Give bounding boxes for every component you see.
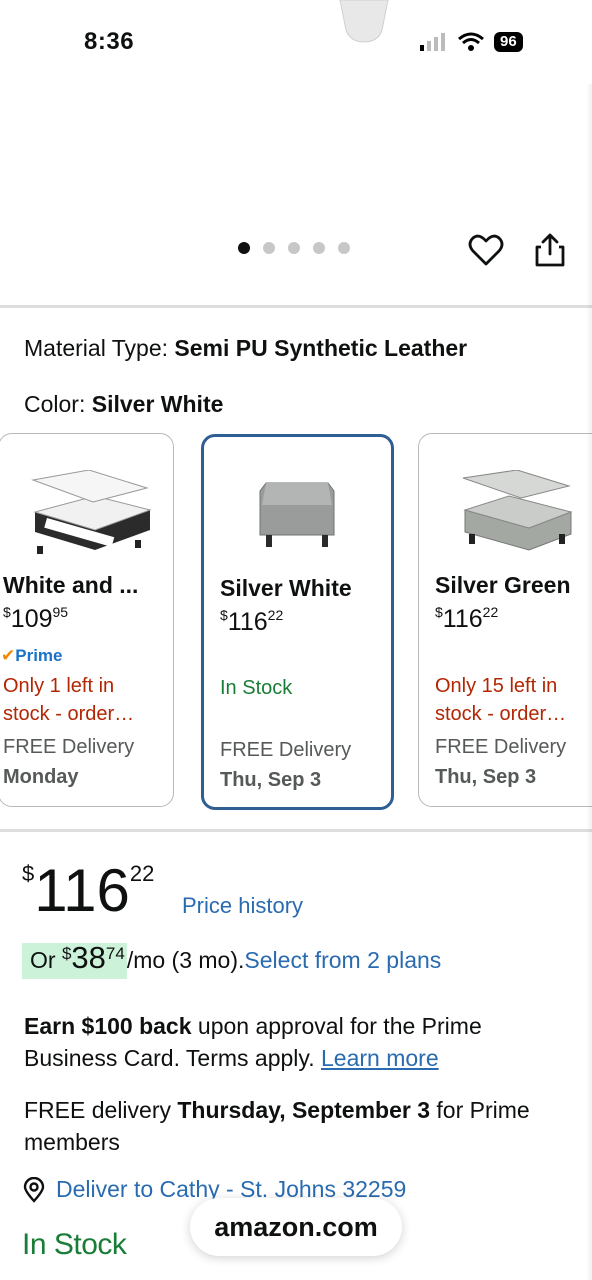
gallery-pagination[interactable]	[238, 242, 350, 254]
select-plans-link[interactable]: Select from 2 plans	[244, 947, 441, 973]
price-history-link[interactable]: Price history	[182, 893, 303, 919]
color-label: Color:	[24, 391, 86, 417]
status-bar: 8:36 96	[0, 0, 592, 84]
color-value: Silver White	[91, 391, 224, 417]
swatch-price: $10995	[3, 604, 69, 633]
delivery-info: FREE delivery Thursday, September 3 for …	[24, 1097, 530, 1155]
material-value: Semi PU Synthetic Leather	[174, 335, 468, 361]
ottoman-image	[462, 470, 573, 551]
swatch-stock: Only 1 left in stock - order…	[3, 675, 135, 725]
page-edge-shadow	[586, 84, 592, 1280]
gallery-dot[interactable]	[288, 242, 300, 254]
gallery-dot[interactable]	[263, 242, 275, 254]
share-icon[interactable]	[534, 232, 566, 268]
learn-more-link[interactable]: Learn more	[321, 1045, 439, 1071]
product-image-gallery[interactable]	[0, 84, 592, 306]
installment-amount: Or $3874	[22, 940, 127, 979]
swatch-delivery: FREE Delivery Thu, Sep 3	[435, 736, 567, 788]
color-swatch-silver-green[interactable]: Silver Green $11622 Only 15 left in stock…	[418, 433, 592, 807]
color-row: Color: Silver White	[24, 391, 223, 418]
swatch-price: $11622	[435, 604, 499, 633]
heart-icon[interactable]	[468, 232, 504, 268]
swatch-delivery: FREE Delivery Monday	[3, 736, 135, 788]
color-swatch-silver-white[interactable]: Silver White $11622 In Stock FREE Delive…	[201, 434, 394, 810]
swatch-title: White and ...	[3, 572, 139, 598]
gallery-dot[interactable]	[338, 242, 350, 254]
location-pin-icon	[23, 1176, 45, 1203]
swatch-price: $11622	[220, 607, 284, 636]
ottoman-image	[31, 470, 152, 554]
ottoman-image	[259, 482, 335, 547]
swatch-title: Silver Green	[435, 572, 571, 598]
prime-check-icon: ✔	[1, 646, 16, 665]
wifi-icon	[458, 32, 484, 51]
installment-offer: Or $3874/mo (3 mo).Select from 2 plans	[22, 940, 441, 979]
divider	[0, 829, 592, 832]
stock-status: In Stock	[22, 1228, 127, 1261]
camera-notch-icon	[339, 0, 389, 43]
swatch-delivery: FREE Delivery Thu, Sep 3	[220, 739, 352, 791]
battery-icon: 96	[494, 32, 523, 52]
product-price: $11622	[22, 857, 155, 924]
swatch-stock: Only 15 left in stock - order…	[435, 675, 567, 725]
material-label: Material Type:	[24, 335, 169, 361]
divider	[0, 305, 592, 308]
prime-badge: ✔Prime	[1, 646, 63, 665]
swatch-title: Silver White	[220, 575, 352, 601]
gallery-dot[interactable]	[313, 242, 325, 254]
color-swatch-white-and-black[interactable]: White and ... $10995 ✔Prime Only 1 left …	[0, 433, 174, 807]
browser-url-bar[interactable]: amazon.com	[190, 1198, 402, 1256]
swatch-stock: In Stock	[220, 677, 293, 699]
status-time: 8:36	[84, 28, 135, 55]
status-icons: 96	[420, 32, 523, 52]
gallery-dot[interactable]	[238, 242, 250, 254]
cellular-signal-icon	[420, 33, 445, 51]
prime-card-promo: Earn $100 back upon approval for the Pri…	[24, 1013, 482, 1071]
material-type-row: Material Type: Semi PU Synthetic Leather	[24, 335, 467, 362]
